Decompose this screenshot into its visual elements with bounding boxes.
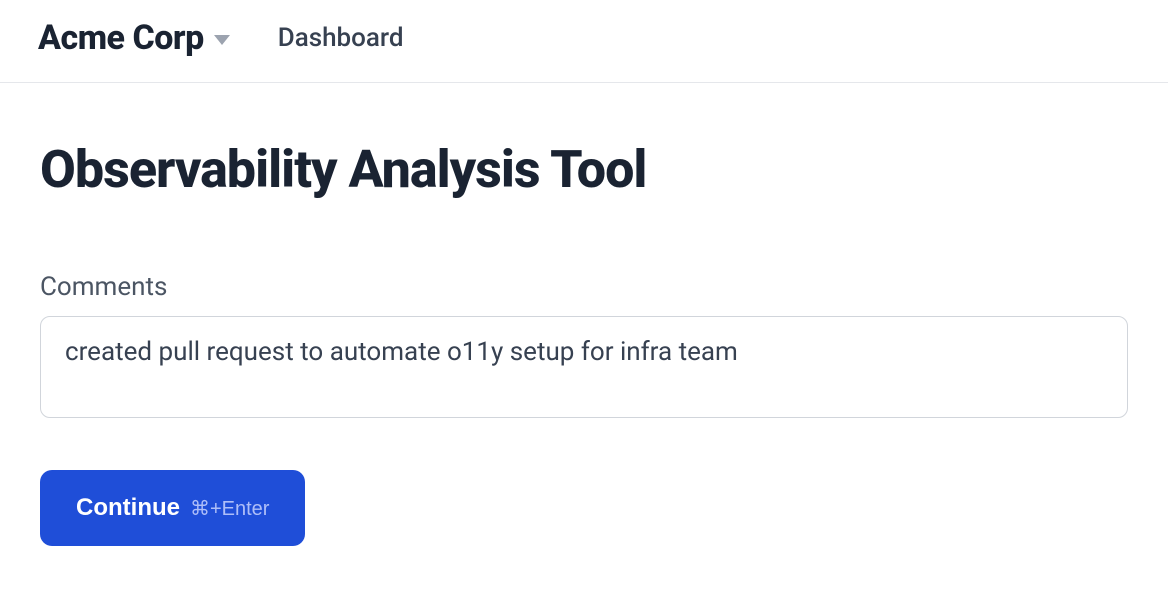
continue-button[interactable]: Continue ⌘+Enter (40, 470, 305, 546)
org-selector[interactable]: Acme Corp (38, 18, 230, 58)
continue-button-label: Continue (76, 494, 180, 522)
chevron-down-icon (214, 35, 230, 45)
main-content: Observability Analysis Tool Comments Con… (0, 83, 1168, 546)
app-header: Acme Corp Dashboard (0, 0, 1168, 83)
nav-link-dashboard[interactable]: Dashboard (278, 23, 404, 53)
comments-label: Comments (40, 272, 1128, 302)
comments-input[interactable] (40, 316, 1128, 418)
page-title: Observability Analysis Tool (40, 139, 1128, 200)
org-name: Acme Corp (38, 18, 204, 58)
continue-shortcut: ⌘+Enter (190, 496, 269, 521)
